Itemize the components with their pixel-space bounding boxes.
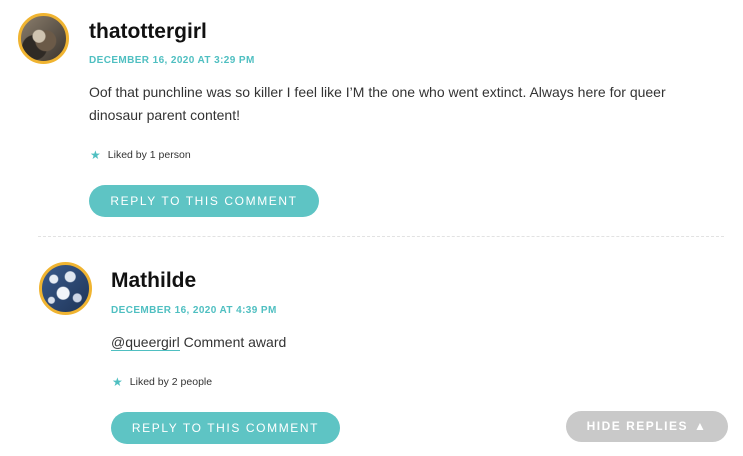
comment-author[interactable]: thatottergirl xyxy=(89,20,207,44)
like-status: ★ Liked by 2 people xyxy=(112,376,212,388)
likes-text: Liked by 2 people xyxy=(129,376,213,388)
likes-text: Liked by 1 person xyxy=(107,149,191,161)
hide-replies-button[interactable]: HIDE REPLIES ▲ xyxy=(566,411,728,442)
comment-text-rest: Comment award xyxy=(179,334,287,350)
like-status: ★ Liked by 1 person xyxy=(90,149,191,161)
comment-author[interactable]: Mathilde xyxy=(111,269,196,293)
reply-button[interactable]: REPLY TO THIS COMMENT xyxy=(89,185,319,217)
comment-date[interactable]: DECEMBER 16, 2020 AT 3:29 PM xyxy=(89,55,255,66)
reply-button[interactable]: REPLY TO THIS COMMENT xyxy=(111,412,340,444)
comment-date[interactable]: DECEMBER 16, 2020 AT 4:39 PM xyxy=(111,305,277,316)
comment-text: Oof that punchline was so killer I feel … xyxy=(89,84,666,123)
hide-replies-label: HIDE REPLIES xyxy=(586,419,688,433)
star-icon: ★ xyxy=(112,375,123,389)
avatar[interactable] xyxy=(18,13,69,64)
comment-divider xyxy=(38,236,724,237)
triangle-up-icon: ▲ xyxy=(693,419,708,433)
star-icon: ★ xyxy=(90,148,101,162)
mention-link[interactable]: @queergirl xyxy=(111,334,180,351)
avatar[interactable] xyxy=(39,262,92,315)
comment-text: @queergirl Comment award xyxy=(111,331,671,354)
